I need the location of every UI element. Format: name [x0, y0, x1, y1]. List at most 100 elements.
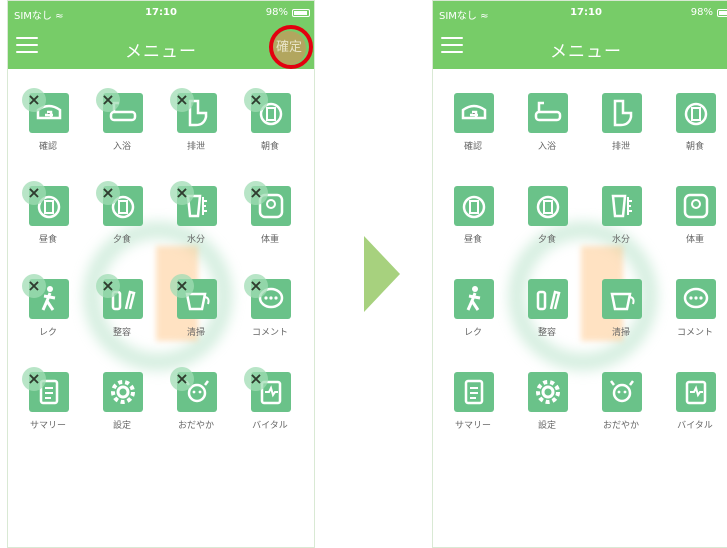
menu-tile-label: 入浴 [112, 142, 131, 152]
menu-tile-label: 排泄 [611, 142, 630, 152]
menu-tile-label: サマリー [29, 421, 66, 431]
menu-tile-label: レク [463, 328, 482, 338]
navigation-bar: メニュー [433, 27, 727, 67]
menu-tile-comment-bubble[interactable]: コメント [659, 259, 727, 349]
breakfast-icon [676, 93, 716, 133]
delete-badge-icon[interactable]: × [22, 274, 46, 298]
menu-tile-label: 確認 [38, 142, 57, 152]
calm-face-icon [602, 372, 642, 412]
grooming-icon [528, 279, 568, 319]
menu-tile-gear[interactable]: 設定 [511, 352, 583, 442]
toilet-icon [602, 93, 642, 133]
delete-badge-icon[interactable]: × [244, 88, 268, 112]
status-bar: SIMなし ≈ 17:10 98% [8, 7, 314, 22]
lunch-icon [454, 186, 494, 226]
menu-tile-summary-document[interactable]: サマリー × [12, 352, 84, 442]
walking-person-icon [454, 279, 494, 319]
phone-screen-edit-mode: SIMなし ≈ 17:10 98% メニュー 確定 確認 × 入浴 × 排泄 × 朝食 × 昼食… [7, 0, 315, 548]
water-glass-icon [602, 186, 642, 226]
menu-tile-cleaning-bucket[interactable]: 清掃 × [160, 259, 232, 349]
menu-tile-toilet[interactable]: 排泄 [585, 73, 657, 163]
menu-tile-label: 清掃 [611, 328, 630, 338]
menu-tile-nurse-cap[interactable]: 確認 × [12, 73, 84, 163]
menu-tile-label: 水分 [611, 235, 630, 245]
bathtub-icon [528, 93, 568, 133]
menu-tile-label: 入浴 [537, 142, 556, 152]
header-bar: SIMなし ≈ 17:10 98% メニュー [433, 1, 727, 69]
menu-tile-label: 朝食 [260, 142, 279, 152]
scale-icon [676, 186, 716, 226]
menu-tile-water-glass[interactable]: 水分 × [160, 166, 232, 256]
menu-tile-label: 設定 [537, 421, 556, 431]
cleaning-bucket-icon [602, 279, 642, 319]
delete-badge-icon[interactable]: × [170, 274, 194, 298]
menu-tile-label: バイタル [677, 421, 713, 431]
menu-tile-bathtub[interactable]: 入浴 × [86, 73, 158, 163]
dinner-icon [528, 186, 568, 226]
menu-tile-vital-clipboard[interactable]: バイタル [659, 352, 727, 442]
delete-badge-icon[interactable]: × [96, 88, 120, 112]
menu-tile-grooming[interactable]: 整容 × [86, 259, 158, 349]
menu-tile-label: おだやか [177, 421, 214, 431]
menu-grid: 確認 × 入浴 × 排泄 × 朝食 × 昼食 × 夕食 × 水分 × 体重 × レク × 整容 × 清掃 × コメント × サマ… [8, 71, 314, 451]
battery-icon [292, 9, 310, 17]
delete-badge-icon[interactable]: × [170, 181, 194, 205]
menu-tile-scale[interactable]: 体重 × [234, 166, 306, 256]
menu-tile-scale[interactable]: 体重 [659, 166, 727, 256]
menu-tile-label: 整容 [112, 328, 131, 338]
menu-tile-label: コメント [251, 328, 288, 338]
menu-tile-toilet[interactable]: 排泄 × [160, 73, 232, 163]
menu-tile-water-glass[interactable]: 水分 [585, 166, 657, 256]
menu-tile-breakfast[interactable]: 朝食 × [234, 73, 306, 163]
delete-badge-icon[interactable]: × [22, 367, 46, 391]
menu-tile-gear[interactable]: 設定 [86, 352, 158, 442]
battery-icon [717, 9, 727, 17]
comment-bubble-icon [676, 279, 716, 319]
menu-tile-lunch[interactable]: 昼食 [437, 166, 509, 256]
delete-badge-icon[interactable]: × [244, 367, 268, 391]
menu-tile-label: レク [38, 328, 57, 338]
delete-badge-icon[interactable]: × [244, 181, 268, 205]
menu-tile-label: コメント [676, 328, 713, 338]
menu-tile-dinner[interactable]: 夕食 [511, 166, 583, 256]
delete-badge-icon[interactable]: × [170, 88, 194, 112]
menu-tile-label: 設定 [112, 421, 131, 431]
menu-tile-calm-face[interactable]: おだやか [585, 352, 657, 442]
delete-badge-icon[interactable]: × [244, 274, 268, 298]
menu-tile-label: おだやか [602, 421, 639, 431]
phone-screen-normal-mode: SIMなし ≈ 17:10 98% メニュー 確認 入浴 排泄 朝食昼食 夕食 水分 体重レ… [432, 0, 727, 548]
menu-tile-label: 排泄 [186, 142, 205, 152]
header-bar: SIMなし ≈ 17:10 98% メニュー 確定 [8, 1, 314, 69]
menu-tile-cleaning-bucket[interactable]: 清掃 [585, 259, 657, 349]
status-bar: SIMなし ≈ 17:10 98% [433, 7, 727, 22]
menu-tile-label: 昼食 [38, 235, 57, 245]
menu-tile-vital-clipboard[interactable]: バイタル × [234, 352, 306, 442]
menu-tile-label: 体重 [685, 235, 704, 245]
menu-tile-breakfast[interactable]: 朝食 [659, 73, 727, 163]
highlight-circle [269, 25, 313, 69]
menu-tile-comment-bubble[interactable]: コメント × [234, 259, 306, 349]
menu-tile-calm-face[interactable]: おだやか × [160, 352, 232, 442]
delete-badge-icon[interactable]: × [22, 88, 46, 112]
menu-tile-label: 夕食 [537, 235, 556, 245]
menu-tile-dinner[interactable]: 夕食 × [86, 166, 158, 256]
delete-badge-icon[interactable]: × [22, 181, 46, 205]
menu-tile-bathtub[interactable]: 入浴 [511, 73, 583, 163]
menu-tile-summary-document[interactable]: サマリー [437, 352, 509, 442]
delete-badge-icon[interactable]: × [170, 367, 194, 391]
page-title: メニュー [550, 42, 622, 62]
menu-tile-label: 朝食 [685, 142, 704, 152]
delete-badge-icon[interactable]: × [96, 274, 120, 298]
menu-tile-walking-person[interactable]: レク [437, 259, 509, 349]
menu-tile-lunch[interactable]: 昼食 × [12, 166, 84, 256]
menu-tile-nurse-cap[interactable]: 確認 [437, 73, 509, 163]
menu-tile-label: バイタル [252, 421, 288, 431]
menu-tile-walking-person[interactable]: レク × [12, 259, 84, 349]
gear-icon [103, 372, 143, 412]
menu-tile-grooming[interactable]: 整容 [511, 259, 583, 349]
menu-tile-label: 清掃 [186, 328, 205, 338]
delete-badge-icon[interactable]: × [96, 181, 120, 205]
clock: 17:10 [570, 7, 602, 18]
navigation-bar: メニュー 確定 [8, 25, 314, 69]
transition-arrow-icon [364, 236, 400, 312]
